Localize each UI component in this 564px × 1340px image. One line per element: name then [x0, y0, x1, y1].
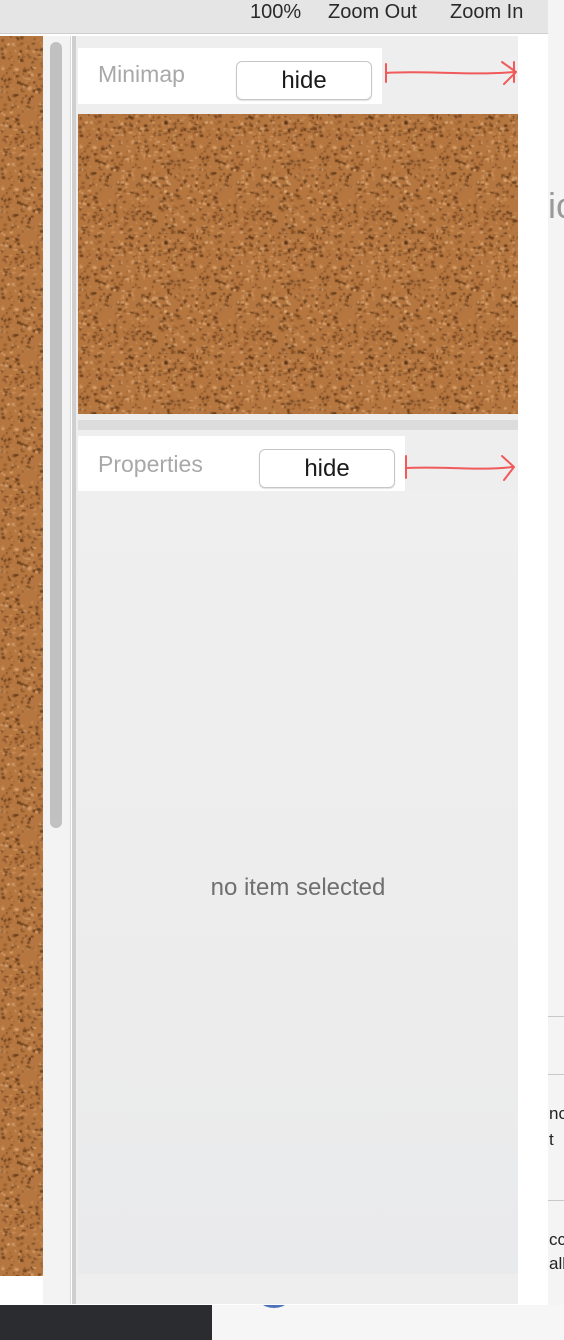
scrollbar-thumb[interactable]: [50, 42, 62, 828]
minimap-header: Minimap hide: [78, 48, 382, 104]
background-app-text: nc: [549, 1104, 564, 1123]
double-arrow-icon: [405, 455, 515, 481]
zoom-in-button[interactable]: Zoom In: [450, 0, 523, 24]
minimap-view[interactable]: [78, 114, 518, 414]
vertical-scrollbar[interactable]: [43, 36, 71, 1304]
zoom-out-button[interactable]: Zoom Out: [328, 0, 417, 24]
dock-strip: [0, 1305, 212, 1340]
background-app-edge: ic nc t cc all: [548, 0, 564, 1340]
minimap-hide-button[interactable]: hide: [236, 61, 372, 100]
properties-title: Properties: [98, 451, 203, 477]
properties-body: no item selected: [78, 491, 518, 1274]
side-panel: Minimap hide Properties hide no item sel…: [76, 36, 518, 1304]
zoom-level-readout: 100%: [250, 1, 302, 23]
board-canvas[interactable]: [0, 36, 43, 1276]
zoom-toolbar: 100% Zoom Out Zoom In: [0, 0, 548, 34]
background-app-divider: [548, 1074, 564, 1075]
background-app-glyph: ic: [548, 185, 564, 226]
background-app-footer: [212, 1305, 564, 1340]
properties-header: Properties hide: [78, 436, 405, 491]
background-app-text: cc: [549, 1230, 564, 1249]
background-app-divider: [548, 1016, 564, 1017]
background-app-text: t: [549, 1130, 554, 1149]
double-arrow-icon: [385, 61, 517, 85]
background-app-text: all: [549, 1254, 564, 1273]
empty-selection-message: no item selected: [210, 874, 386, 901]
background-app-divider: [548, 1200, 564, 1201]
editor-window: 100% Zoom Out Zoom In Minimap hide Prope…: [0, 0, 548, 1305]
panel-separator: [78, 420, 518, 430]
properties-hide-button[interactable]: hide: [259, 449, 395, 488]
minimap-title: Minimap: [98, 61, 185, 87]
